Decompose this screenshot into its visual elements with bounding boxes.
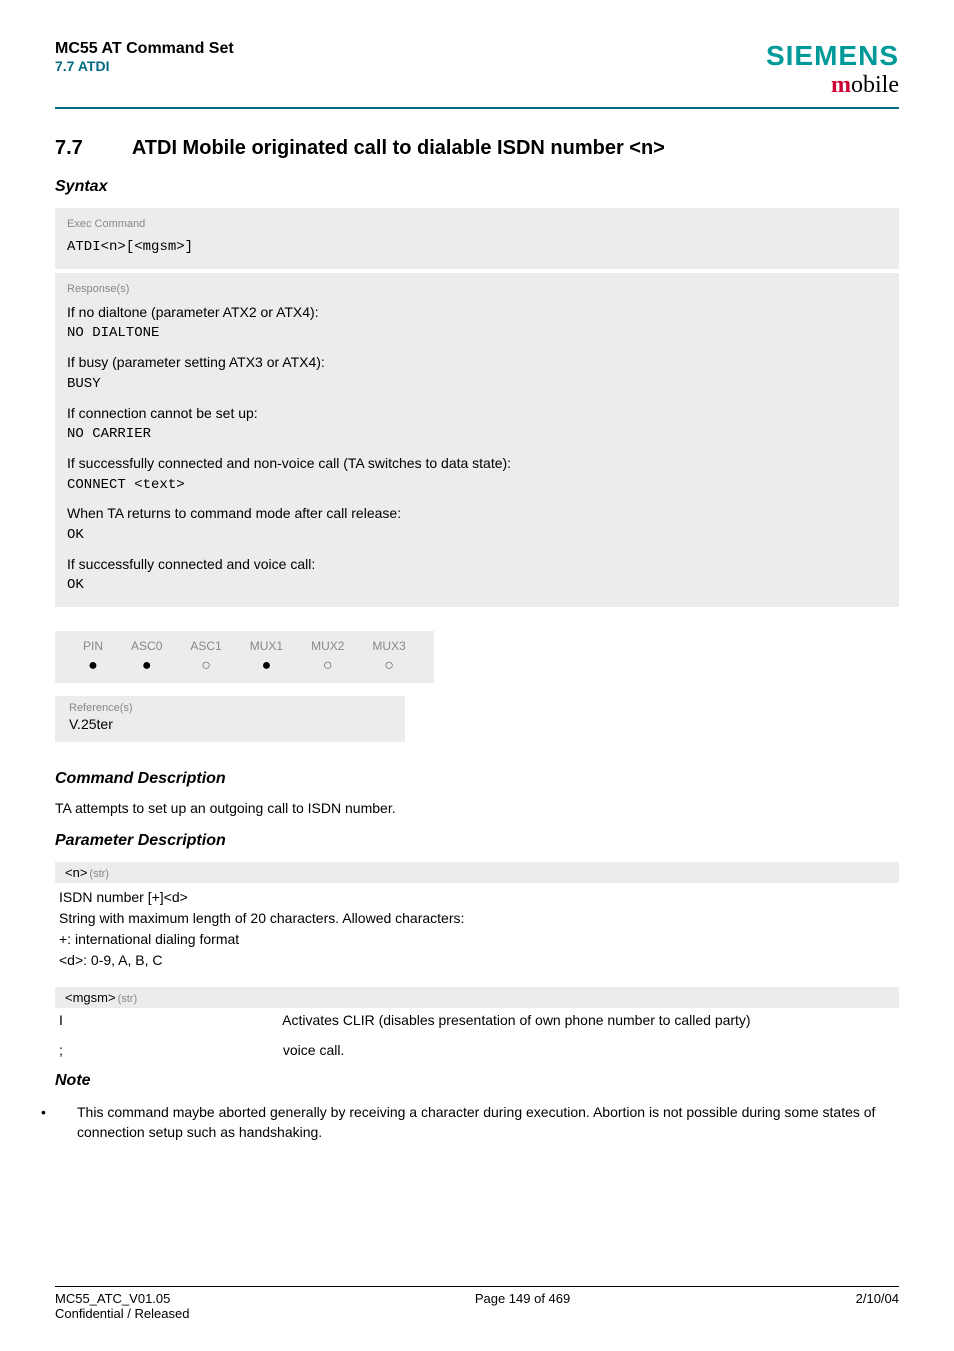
exec-command-line: ATDI<n>[<mgsm>] [67, 237, 887, 259]
note-item: This command maybe aborted generally by … [77, 1102, 899, 1143]
reference-box: Reference(s) V.25ter [55, 696, 405, 742]
response-block: If busy (parameter setting ATX3 or ATX4)… [67, 352, 887, 395]
dot-filled-icon [262, 657, 272, 674]
param-n-header: <n>(str) [55, 862, 899, 883]
exec-label: Exec Command [67, 216, 887, 233]
response-block: When TA returns to command mode after ca… [67, 503, 887, 546]
note-list: This command maybe aborted generally by … [55, 1102, 899, 1143]
param-mgsm-header: <mgsm>(str) [55, 987, 899, 1008]
footer-left: MC55_ATC_V01.05 Confidential / Released [55, 1291, 189, 1321]
indicator-table: PIN ASC0 ASC1 MUX1 MUX2 MUX3 [55, 631, 434, 683]
doc-title: MC55 AT Command Set [55, 40, 234, 58]
note-heading: Note [55, 1072, 899, 1090]
dot-empty-icon [323, 657, 333, 674]
brand-logo: SIEMENS mobile [766, 40, 899, 99]
mobile-wordmark: mobile [766, 72, 899, 99]
header-left-block: MC55 AT Command Set 7.7 ATDI [55, 40, 234, 74]
syntax-heading: Syntax [55, 178, 899, 196]
doc-subtitle: 7.7 ATDI [55, 58, 234, 74]
indicator-value-row [69, 655, 420, 677]
section-number: 7.7 [55, 137, 127, 160]
exec-command-box: Exec Command ATDI<n>[<mgsm>] [55, 208, 899, 269]
param-n-description: ISDN number [+]<d> String with maximum l… [55, 887, 899, 971]
header-rule [55, 107, 899, 109]
response-box: Response(s) If no dialtone (parameter AT… [55, 273, 899, 607]
dot-empty-icon [201, 657, 211, 674]
parameter-description-heading: Parameter Description [55, 832, 899, 850]
section-title: ATDI Mobile originated call to dialable … [132, 137, 665, 159]
response-block: If connection cannot be set up: NO CARRI… [67, 403, 887, 446]
siemens-wordmark: SIEMENS [766, 40, 899, 72]
page-footer: MC55_ATC_V01.05 Confidential / Released … [55, 1286, 899, 1321]
footer-center: Page 149 of 469 [475, 1291, 570, 1321]
footer-right: 2/10/04 [856, 1291, 899, 1321]
response-block: If successfully connected and voice call… [67, 554, 887, 597]
response-block: If successfully connected and non-voice … [67, 453, 887, 496]
command-description-heading: Command Description [55, 770, 899, 788]
response-block: If no dialtone (parameter ATX2 or ATX4):… [67, 302, 887, 345]
dot-filled-icon [88, 657, 98, 674]
dot-filled-icon [142, 657, 152, 674]
response-label: Response(s) [67, 281, 887, 298]
reference-text: V.25ter [69, 716, 391, 732]
section-heading: 7.7 ATDI Mobile originated call to diala… [55, 137, 899, 160]
param-mgsm-row: ; voice call. [55, 1042, 899, 1058]
command-description-text: TA attempts to set up an outgoing call t… [55, 800, 899, 816]
param-mgsm-row: I Activates CLIR (disables presentation … [55, 1012, 899, 1028]
page-header: MC55 AT Command Set 7.7 ATDI SIEMENS mob… [55, 40, 899, 99]
dot-empty-icon [384, 657, 394, 674]
indicator-header-row: PIN ASC0 ASC1 MUX1 MUX2 MUX3 [69, 637, 420, 655]
reference-label: Reference(s) [69, 702, 391, 714]
